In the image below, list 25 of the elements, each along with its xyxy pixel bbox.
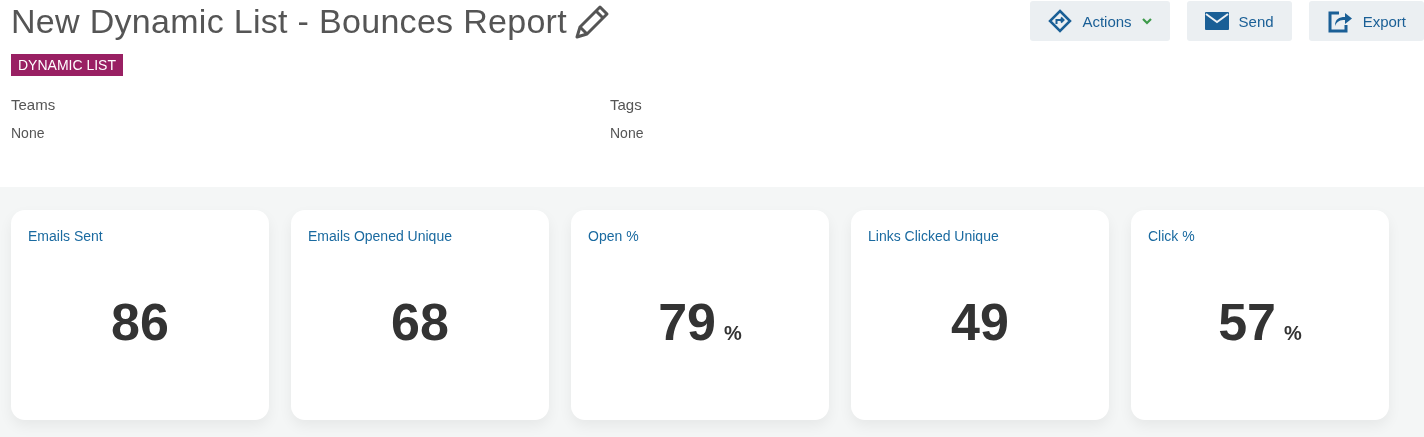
metric-label: Links Clicked Unique xyxy=(868,228,1000,244)
chevron-down-icon xyxy=(1141,17,1152,25)
metric-unit: % xyxy=(1284,322,1302,345)
metric-label: Emails Opened Unique xyxy=(308,228,453,244)
field-label: Teams xyxy=(11,96,57,113)
export-icon xyxy=(1326,9,1353,33)
metric-value: 68 xyxy=(391,292,449,352)
metric-label: Emails Sent xyxy=(28,228,104,244)
envelope-icon xyxy=(1204,12,1229,30)
field-label: Tags xyxy=(610,96,643,113)
metric-unit: % xyxy=(724,322,742,345)
direction-sign-icon xyxy=(1048,9,1073,33)
send-button[interactable]: Send xyxy=(1186,1,1292,41)
list-type-badge: DYNAMIC LIST xyxy=(11,54,123,76)
actions-button[interactable]: Actions xyxy=(1030,1,1170,41)
field-value: None xyxy=(11,125,46,141)
field-value: None xyxy=(610,125,645,141)
metric-value: 49 xyxy=(951,292,1009,352)
page-title: New Dynamic List - Bounces Report xyxy=(11,2,567,41)
metric-label: Open % xyxy=(588,228,640,244)
metric-value: 79 xyxy=(658,292,716,352)
metric-value: 86 xyxy=(111,292,169,352)
metric-label: Click % xyxy=(1148,228,1196,244)
metric-value: 57 xyxy=(1218,292,1276,352)
export-button[interactable]: Export xyxy=(1308,1,1424,41)
